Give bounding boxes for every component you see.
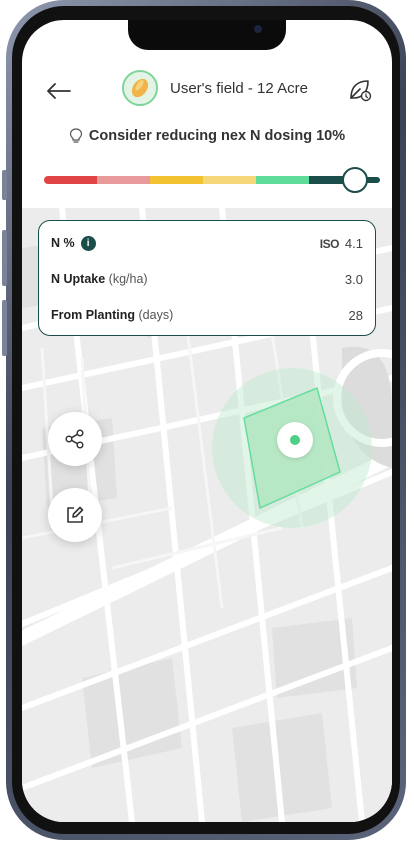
volume-up-button (2, 230, 7, 286)
scale-handle[interactable] (342, 167, 368, 193)
mute-switch (2, 170, 7, 200)
back-button[interactable] (44, 76, 74, 106)
uptake-label: N Uptake (51, 272, 106, 286)
scale-segment (44, 176, 97, 184)
scale-end-cap (366, 177, 380, 183)
uptake-value: 3.0 (344, 271, 363, 287)
crop-avatar (122, 70, 158, 106)
metric-row-uptake: N Uptake (kg/ha) 3.0 (51, 267, 363, 291)
iso-badge: ISO (319, 236, 340, 251)
uptake-unit: (kg/ha) (108, 272, 148, 286)
info-icon[interactable]: i (80, 235, 96, 251)
metric-row-n-percent: N % i ISO 4.1 (51, 231, 363, 255)
planting-label: From Planting (51, 308, 136, 322)
field-title: User's field - 12 Acre (170, 79, 308, 97)
arrow-left-icon (47, 83, 71, 99)
metric-row-planting: From Planting (days) 28 (51, 303, 363, 327)
scale-segment (150, 176, 203, 184)
field-marker[interactable] (277, 422, 313, 458)
seed-icon (131, 78, 149, 98)
share-icon (65, 429, 84, 449)
lightbulb-icon (69, 128, 82, 143)
field-selector[interactable]: User's field - 12 Acre (122, 68, 308, 108)
notch (128, 20, 286, 50)
app-screen: User's field - 12 Acre Consider reducing… (22, 20, 392, 822)
field-settings-button[interactable] (346, 76, 374, 104)
scale-segment (256, 176, 309, 184)
edit-button[interactable] (48, 488, 102, 542)
nitrogen-scale[interactable] (44, 176, 362, 184)
tip-text: Consider reducing nex N dosing 10% (88, 128, 346, 144)
share-button[interactable] (48, 412, 102, 466)
scale-segment (203, 176, 256, 184)
n-percent-label: N % (51, 236, 75, 250)
planting-unit: (days) (138, 308, 174, 322)
edit-icon (67, 506, 84, 523)
volume-down-button (2, 300, 7, 356)
scale-segment (97, 176, 150, 184)
header: User's field - 12 Acre (22, 66, 392, 116)
n-percent-value: 4.1 (344, 235, 363, 251)
front-camera (254, 25, 262, 33)
metrics-card: N % i ISO 4.1 N Uptake (kg/ha) 3.0 From P… (38, 220, 376, 336)
recommendation-tip: Consider reducing nex N dosing 10% (22, 128, 392, 144)
field-marker-dot (290, 435, 300, 445)
leaf-settings-icon (350, 80, 372, 102)
planting-value: 28 (348, 307, 363, 323)
